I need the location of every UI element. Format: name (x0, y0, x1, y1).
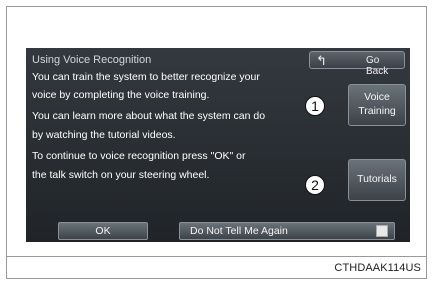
message-line: voice by completing the voice training. (32, 89, 210, 101)
go-back-label: Go Back (366, 55, 389, 77)
checkbox-icon (376, 225, 388, 237)
voice-training-label-line2: Training (358, 105, 396, 117)
do-not-tell-me-again-label: Do Not Tell Me Again (190, 225, 288, 237)
voice-training-label-line1: Voice (364, 91, 390, 104)
tutorials-label: Tutorials (357, 173, 397, 186)
voice-recognition-screen: Using Voice Recognition ↰ Go Back You ca… (26, 48, 410, 242)
screen-title: Using Voice Recognition (32, 54, 152, 66)
callout-marker: 2 (305, 175, 325, 195)
figure-caption: CTHDAAK114US (334, 262, 421, 274)
message-line: You can train the system to better recog… (32, 71, 260, 83)
tutorials-button[interactable]: Tutorials (348, 159, 406, 201)
callout-marker: 1 (305, 96, 325, 116)
voice-training-button[interactable]: Voice Training (348, 84, 406, 126)
ok-label: OK (95, 225, 111, 237)
return-arrow-icon: ↰ (316, 52, 327, 68)
figure-divider (6, 256, 427, 257)
go-back-button[interactable]: ↰ Go Back (309, 51, 405, 77)
message-line: To continue to voice recognition press "… (32, 150, 246, 162)
message-line: the talk switch on your steering wheel. (32, 169, 210, 181)
do-not-tell-me-again-button[interactable]: Do Not Tell Me Again (179, 222, 395, 240)
message-line: by watching the tutorial videos. (32, 129, 176, 141)
ok-button[interactable]: OK (58, 222, 148, 240)
message-line: You can learn more about what the system… (32, 110, 266, 122)
